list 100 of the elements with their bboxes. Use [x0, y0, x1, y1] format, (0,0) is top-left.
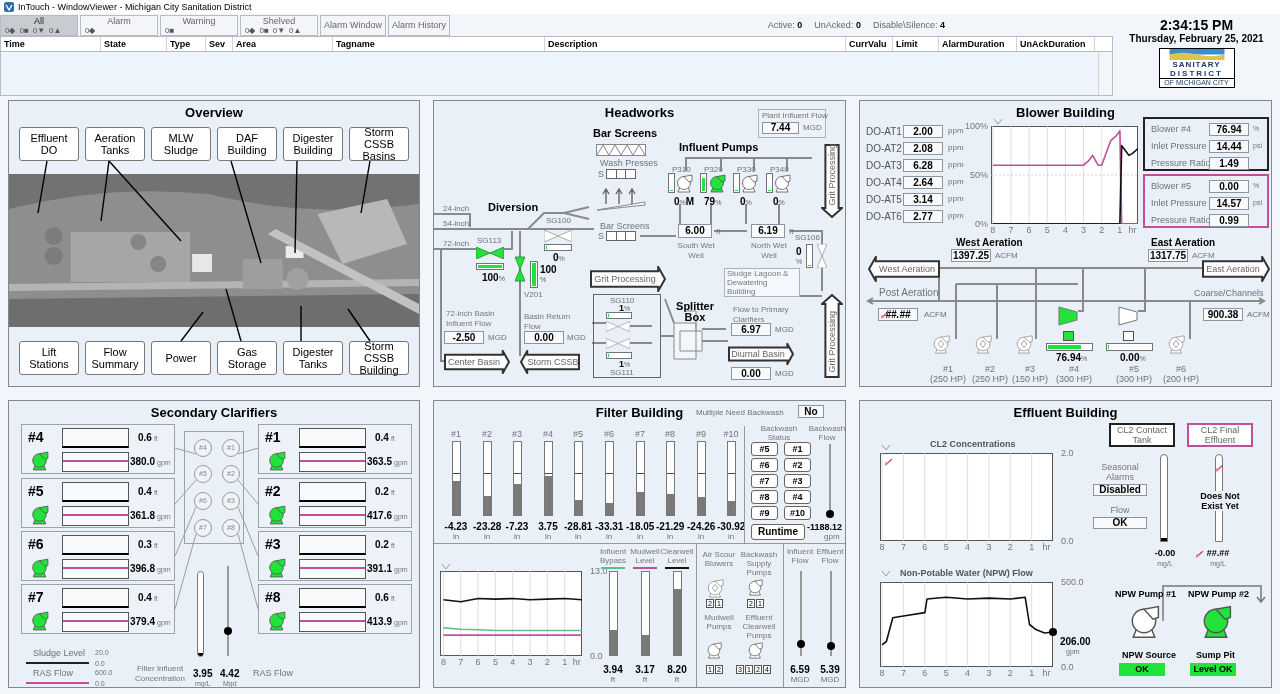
column-header[interactable]: Time: [1, 37, 101, 51]
pipe-line: [710, 203, 712, 225]
column-header[interactable]: Limit: [893, 37, 939, 51]
navigation-button[interactable]: Lift Stations: [19, 341, 79, 375]
navigation-button[interactable]: Aeration Tanks: [85, 127, 145, 161]
filter-select-button[interactable]: #6: [751, 458, 778, 472]
filter-select-button[interactable]: #2: [784, 458, 811, 472]
label-text: S: [598, 232, 604, 241]
status-badge: Level OK: [1190, 663, 1236, 676]
navigation-button[interactable]: Effluent DO: [19, 127, 79, 161]
pipe-line: [639, 235, 677, 237]
value-field: OK: [1093, 517, 1147, 529]
axis-tick-label: 4: [1062, 226, 1068, 235]
label-text: #7: [634, 430, 646, 439]
filter-select-button[interactable]: #3: [784, 474, 811, 488]
label-text: 4.42: [220, 669, 240, 679]
destination-arrow[interactable]: West Aeration: [868, 256, 940, 282]
navigation-button[interactable]: Storm CSSB Building: [349, 341, 409, 375]
value-field: ##.##: [878, 308, 918, 321]
column-header[interactable]: Sev: [206, 37, 233, 51]
navigation-button[interactable]: Flow Summary: [85, 341, 145, 375]
value-field: 1317.75: [1148, 249, 1188, 262]
label-text: #7: [28, 590, 44, 604]
alarm-tab[interactable]: All 0◆ 0■ 0▼ 0▲: [0, 15, 78, 36]
label-text: DO-AT4: [866, 178, 902, 188]
screen-boxes: [606, 231, 636, 241]
column-header[interactable]: Area: [233, 37, 333, 51]
alarm-tab[interactable]: Shelved 0◆ 0■ 0▼ 0▲: [240, 15, 318, 36]
label-text: (300 HP): [1115, 375, 1153, 384]
label-text: ft: [609, 676, 617, 684]
pipe-line: [591, 322, 607, 324]
column-header[interactable]: CurrValu: [846, 37, 893, 51]
label-text: -23.28: [473, 522, 501, 532]
tank-button[interactable]: CL2 Final Effluent: [1187, 423, 1253, 447]
connector-line: [174, 447, 197, 455]
alarm-view-button[interactable]: Alarm History: [388, 15, 451, 36]
navigation-button[interactable]: Power: [151, 341, 211, 375]
value-field: 6.00: [678, 224, 712, 238]
destination-arrow[interactable]: Grit Processing: [821, 144, 843, 218]
column-header[interactable]: Tagname: [333, 37, 545, 51]
value-field: 7.44: [762, 122, 799, 134]
navigation-button[interactable]: Storm CSSB Basins: [349, 127, 409, 161]
label-text: East Aeration: [1151, 238, 1216, 248]
label-text: SG100: [546, 217, 571, 225]
column-header[interactable]: AlarmDuration: [939, 37, 1017, 51]
label-text: Wash Presses: [600, 159, 658, 168]
axis-tick-label: 50%: [970, 170, 988, 180]
label-text: (200 HP): [1162, 375, 1200, 384]
label-text: 72-inch: [443, 240, 470, 248]
label-text: Inlet Pressure: [1151, 199, 1207, 208]
gauge-label: Filter Influent Concentration: [134, 664, 186, 684]
destination-arrow[interactable]: Grit Processing: [821, 294, 843, 378]
label-text: (150 HP): [1011, 375, 1049, 384]
destination-arrow[interactable]: Diurnal Basin: [728, 343, 794, 365]
filter-select-button[interactable]: #4: [784, 490, 811, 504]
alarm-count: Active: 0: [767, 20, 803, 30]
alarm-tab[interactable]: Warning 0■: [160, 15, 238, 36]
alarm-count: Disable\Silence: 4: [872, 20, 945, 30]
pump-icon: [746, 578, 764, 596]
column-header[interactable]: Description: [545, 37, 846, 51]
destination-arrow[interactable]: Grit Processing: [590, 266, 666, 292]
label-text: #8: [664, 430, 676, 439]
value-field: 14.44: [1209, 140, 1249, 153]
alarm-tab[interactable]: Alarm 0◆: [80, 15, 158, 36]
column-header[interactable]: UnAckDuration: [1017, 37, 1095, 51]
filter-select-button[interactable]: #1: [784, 442, 811, 456]
filter-select-button[interactable]: #9: [751, 506, 778, 520]
filter-select-button[interactable]: #7: [751, 474, 778, 488]
alarm-view-button[interactable]: Alarm Window: [320, 15, 386, 36]
pump-icon: [746, 641, 764, 659]
scroll-bar[interactable]: [1098, 52, 1112, 95]
filter-select-button[interactable]: #5: [751, 442, 778, 456]
navigation-button[interactable]: DAF Building: [217, 127, 277, 161]
label-text: #3: [265, 537, 281, 551]
up-arrows-icon: [602, 188, 636, 204]
runtime-button[interactable]: Runtime: [751, 524, 805, 540]
label-text: Inlet Pressure: [1151, 142, 1207, 151]
value-field: 0.00: [1209, 180, 1249, 193]
navigation-button[interactable]: Digester Tanks: [283, 341, 343, 375]
axis-tick-label: 6: [922, 669, 928, 678]
tank-button[interactable]: CL2 Contact Tank: [1109, 423, 1175, 447]
label-text: ft: [789, 228, 794, 236]
filter-select-button[interactable]: #10: [784, 506, 811, 520]
value-field: 0.99: [1209, 214, 1249, 227]
column-header[interactable]: Type: [167, 37, 206, 51]
label-text: #5: [572, 430, 584, 439]
destination-arrow[interactable]: Center Basin: [444, 350, 510, 374]
value-field: 3.14: [903, 193, 943, 206]
navigation-button[interactable]: Digester Building: [283, 127, 343, 161]
filter-select-button[interactable]: #8: [751, 490, 778, 504]
navigation-button[interactable]: Gas Storage: [217, 341, 277, 375]
axis-tick-label: 3: [1081, 226, 1087, 235]
axis-tick-label: 3: [986, 543, 992, 552]
label-text: ft: [716, 228, 721, 236]
value-field: 0.00: [524, 331, 564, 344]
label-text: MGD: [803, 124, 822, 132]
navigation-button[interactable]: MLW Sludge: [151, 127, 211, 161]
column-header[interactable]: State: [101, 37, 167, 51]
destination-arrow[interactable]: Storm CSSB: [520, 350, 580, 374]
pipe-line: [778, 203, 780, 225]
